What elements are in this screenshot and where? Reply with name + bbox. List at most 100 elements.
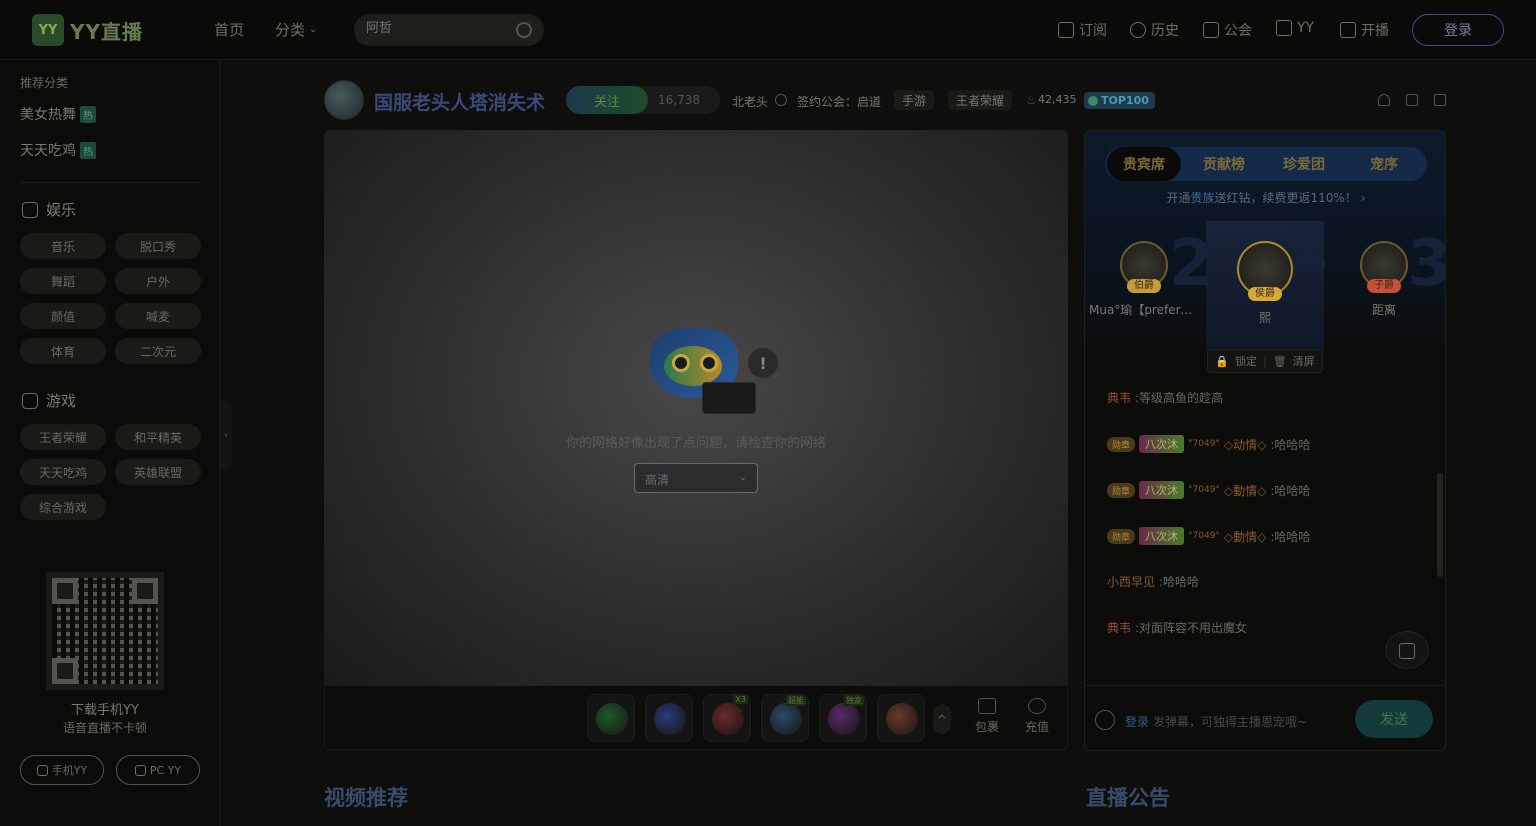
games-title: 游戏 bbox=[46, 392, 77, 410]
rank-label: TOP100 bbox=[1101, 94, 1149, 107]
chat-text: :哈哈哈 bbox=[1270, 483, 1311, 498]
share-icon[interactable] bbox=[1406, 94, 1418, 106]
chip-sports[interactable]: 体育 bbox=[20, 338, 106, 364]
sidebar-collapse-button[interactable]: ‹ bbox=[220, 400, 232, 470]
send-button[interactable]: 发送 bbox=[1355, 700, 1433, 738]
pc-yy-button[interactable]: PC YY bbox=[116, 755, 200, 785]
chat-settings-button[interactable] bbox=[1385, 631, 1429, 669]
chat-nick[interactable]: 小西早见 bbox=[1107, 573, 1155, 590]
search-icon[interactable] bbox=[516, 22, 532, 38]
chip-outdoor[interactable]: 户外 bbox=[115, 268, 201, 294]
chip-general[interactable]: 综合游戏 bbox=[20, 494, 106, 520]
tag-honor-of-kings[interactable]: 王者荣耀 bbox=[948, 90, 1013, 110]
sidebar-item-chicken[interactable]: 天天吃鸡 热 bbox=[20, 140, 96, 160]
history-link[interactable]: 历史 bbox=[1130, 20, 1179, 40]
logo[interactable]: YY YY直播 bbox=[32, 14, 143, 46]
chip-talkshow[interactable]: 脱口秀 bbox=[115, 233, 201, 259]
avatar[interactable] bbox=[324, 80, 364, 120]
mascot-eye bbox=[672, 354, 690, 372]
tag-mobile-game[interactable]: 手游 bbox=[894, 90, 935, 110]
go-live-label: 开播 bbox=[1361, 23, 1389, 39]
rank-slot-2[interactable]: 伯爵 Mua°瑜【prefere... bbox=[1089, 241, 1199, 318]
gift-badge: X3 bbox=[733, 695, 748, 704]
chat-nick[interactable]: ◇動情◇ bbox=[1224, 528, 1266, 545]
gift-item[interactable]: X3 bbox=[703, 694, 751, 742]
rank-slot-1[interactable]: 侯爵 熙 bbox=[1210, 241, 1320, 326]
quality-select[interactable]: 高清 ⌄ bbox=[634, 463, 758, 493]
rank-slot-3[interactable]: 子爵 距离 bbox=[1329, 241, 1439, 318]
gift-item[interactable]: 独家 bbox=[819, 694, 867, 742]
noble-promo[interactable]: 开通贵族送红钻，续费更返110%！ › bbox=[1085, 189, 1445, 206]
chat-area[interactable]: 🔒 锁定 | 🗑 清屏 典韦 :等级高鱼的趁高 勋章 八次沐 °7049° ◇动… bbox=[1085, 349, 1445, 685]
gift-item[interactable] bbox=[877, 694, 925, 742]
logo-text: YY直播 bbox=[70, 19, 143, 44]
tab-fan-club[interactable]: 珍爱团 bbox=[1267, 147, 1341, 181]
follow-button[interactable]: 关注 bbox=[566, 86, 648, 114]
chevron-up-icon[interactable]: ^ bbox=[933, 704, 951, 734]
chat-nick[interactable]: ◇動情◇ bbox=[1224, 482, 1266, 499]
trash-icon[interactable]: 🗑 bbox=[1273, 355, 1287, 368]
heat-count: 42,435 bbox=[1038, 93, 1077, 106]
chip-peace[interactable]: 和平精英 bbox=[115, 424, 201, 450]
follower-count: 16,738 bbox=[658, 93, 700, 107]
chip-dance[interactable]: 舞蹈 bbox=[20, 268, 106, 294]
guild-text[interactable]: 签约公会：启道 bbox=[797, 93, 881, 110]
streamer-name[interactable]: 北老头 bbox=[732, 93, 768, 110]
shield-icon bbox=[1203, 22, 1219, 38]
lock-label[interactable]: 锁定 bbox=[1235, 353, 1257, 369]
clear-label[interactable]: 清屏 bbox=[1293, 353, 1315, 369]
fan-badge: 八次沐 bbox=[1139, 527, 1185, 545]
chat-message: 典韦 :等级高鱼的趁高 bbox=[1107, 389, 1223, 406]
chat-nick[interactable]: 典韦 bbox=[1107, 389, 1131, 406]
chip-shout[interactable]: 喊麦 bbox=[115, 303, 201, 329]
chat-message: 勋章 八次沐 °7049° ◇动情◇ :哈哈哈 bbox=[1107, 435, 1310, 453]
tab-contribution[interactable]: 贡献榜 bbox=[1187, 147, 1261, 181]
video-player[interactable]: ! 你的网络好像出现了点问题，请检查你的网络 高清 ⌄ bbox=[324, 130, 1068, 686]
chat-login-link[interactable]: 登录 bbox=[1125, 713, 1149, 730]
lock-icon[interactable]: 🔒 bbox=[1215, 355, 1229, 368]
subscribe-link[interactable]: 订阅 bbox=[1058, 20, 1107, 40]
pc-yy-label: PC YY bbox=[149, 763, 182, 777]
divider bbox=[20, 182, 200, 183]
chat-scrollbar[interactable] bbox=[1437, 473, 1443, 577]
rank-badge[interactable]: TOP100 bbox=[1084, 92, 1155, 109]
tab-pet[interactable]: 宠序 bbox=[1347, 147, 1421, 181]
mascot-eye bbox=[700, 354, 718, 372]
chat-nick[interactable]: ◇动情◇ bbox=[1224, 436, 1266, 453]
chip-chicken[interactable]: 天天吃鸡 bbox=[20, 459, 106, 485]
emoji-icon[interactable] bbox=[1095, 710, 1115, 730]
warning-icon[interactable] bbox=[1378, 94, 1390, 106]
mascot-illustration bbox=[650, 326, 756, 416]
chip-music[interactable]: 音乐 bbox=[20, 233, 106, 259]
gift-item[interactable] bbox=[587, 694, 635, 742]
yy-link[interactable]: YY bbox=[1276, 20, 1314, 36]
phone-icon[interactable] bbox=[1434, 94, 1446, 106]
rank-dot-icon bbox=[1088, 95, 1098, 106]
chat-nick[interactable]: 典韦 bbox=[1107, 619, 1131, 636]
gift-bar: X3 超能 独家 ^ 包裹 充值 bbox=[324, 686, 1068, 750]
gift-item[interactable]: 超能 bbox=[761, 694, 809, 742]
tab-vip-seats[interactable]: 贵宾席 bbox=[1107, 147, 1181, 181]
chat-input[interactable]: 发弹幕，可独得主播恩宠哦~ bbox=[1153, 713, 1307, 730]
chip-anime[interactable]: 二次元 bbox=[115, 338, 201, 364]
nav-home[interactable]: 首页 bbox=[214, 19, 244, 40]
nav-category[interactable]: 分类 ⌄ bbox=[275, 19, 317, 41]
chat-text: :等级高鱼的趁高 bbox=[1135, 391, 1224, 405]
mobile-yy-button[interactable]: 手机YY bbox=[20, 755, 104, 785]
chip-honor[interactable]: 王者荣耀 bbox=[20, 424, 106, 450]
search-input[interactable] bbox=[366, 21, 506, 36]
sidebar-item-dance[interactable]: 美女热舞 热 bbox=[20, 104, 96, 124]
guild-link[interactable]: 公会 bbox=[1203, 20, 1252, 40]
chip-looks[interactable]: 颜值 bbox=[20, 303, 106, 329]
chip-lol[interactable]: 英雄联盟 bbox=[115, 459, 201, 485]
recharge-button[interactable]: 充值 bbox=[1017, 698, 1057, 735]
go-live-link[interactable]: 开播 bbox=[1340, 20, 1389, 40]
search-box[interactable] bbox=[354, 14, 544, 46]
chat-message: 小西早见 :哈哈哈 bbox=[1107, 573, 1199, 590]
package-button[interactable]: 包裹 bbox=[967, 698, 1007, 735]
noble-badge: 侯爵 bbox=[1248, 287, 1282, 301]
gift-item[interactable] bbox=[645, 694, 693, 742]
chat-input-row: 登录 发弹幕，可独得主播恩宠哦~ 发送 bbox=[1085, 685, 1445, 750]
promo-suffix: 送红钻，续费更返110%！ bbox=[1214, 191, 1357, 205]
login-button[interactable]: 登录 bbox=[1412, 14, 1504, 46]
